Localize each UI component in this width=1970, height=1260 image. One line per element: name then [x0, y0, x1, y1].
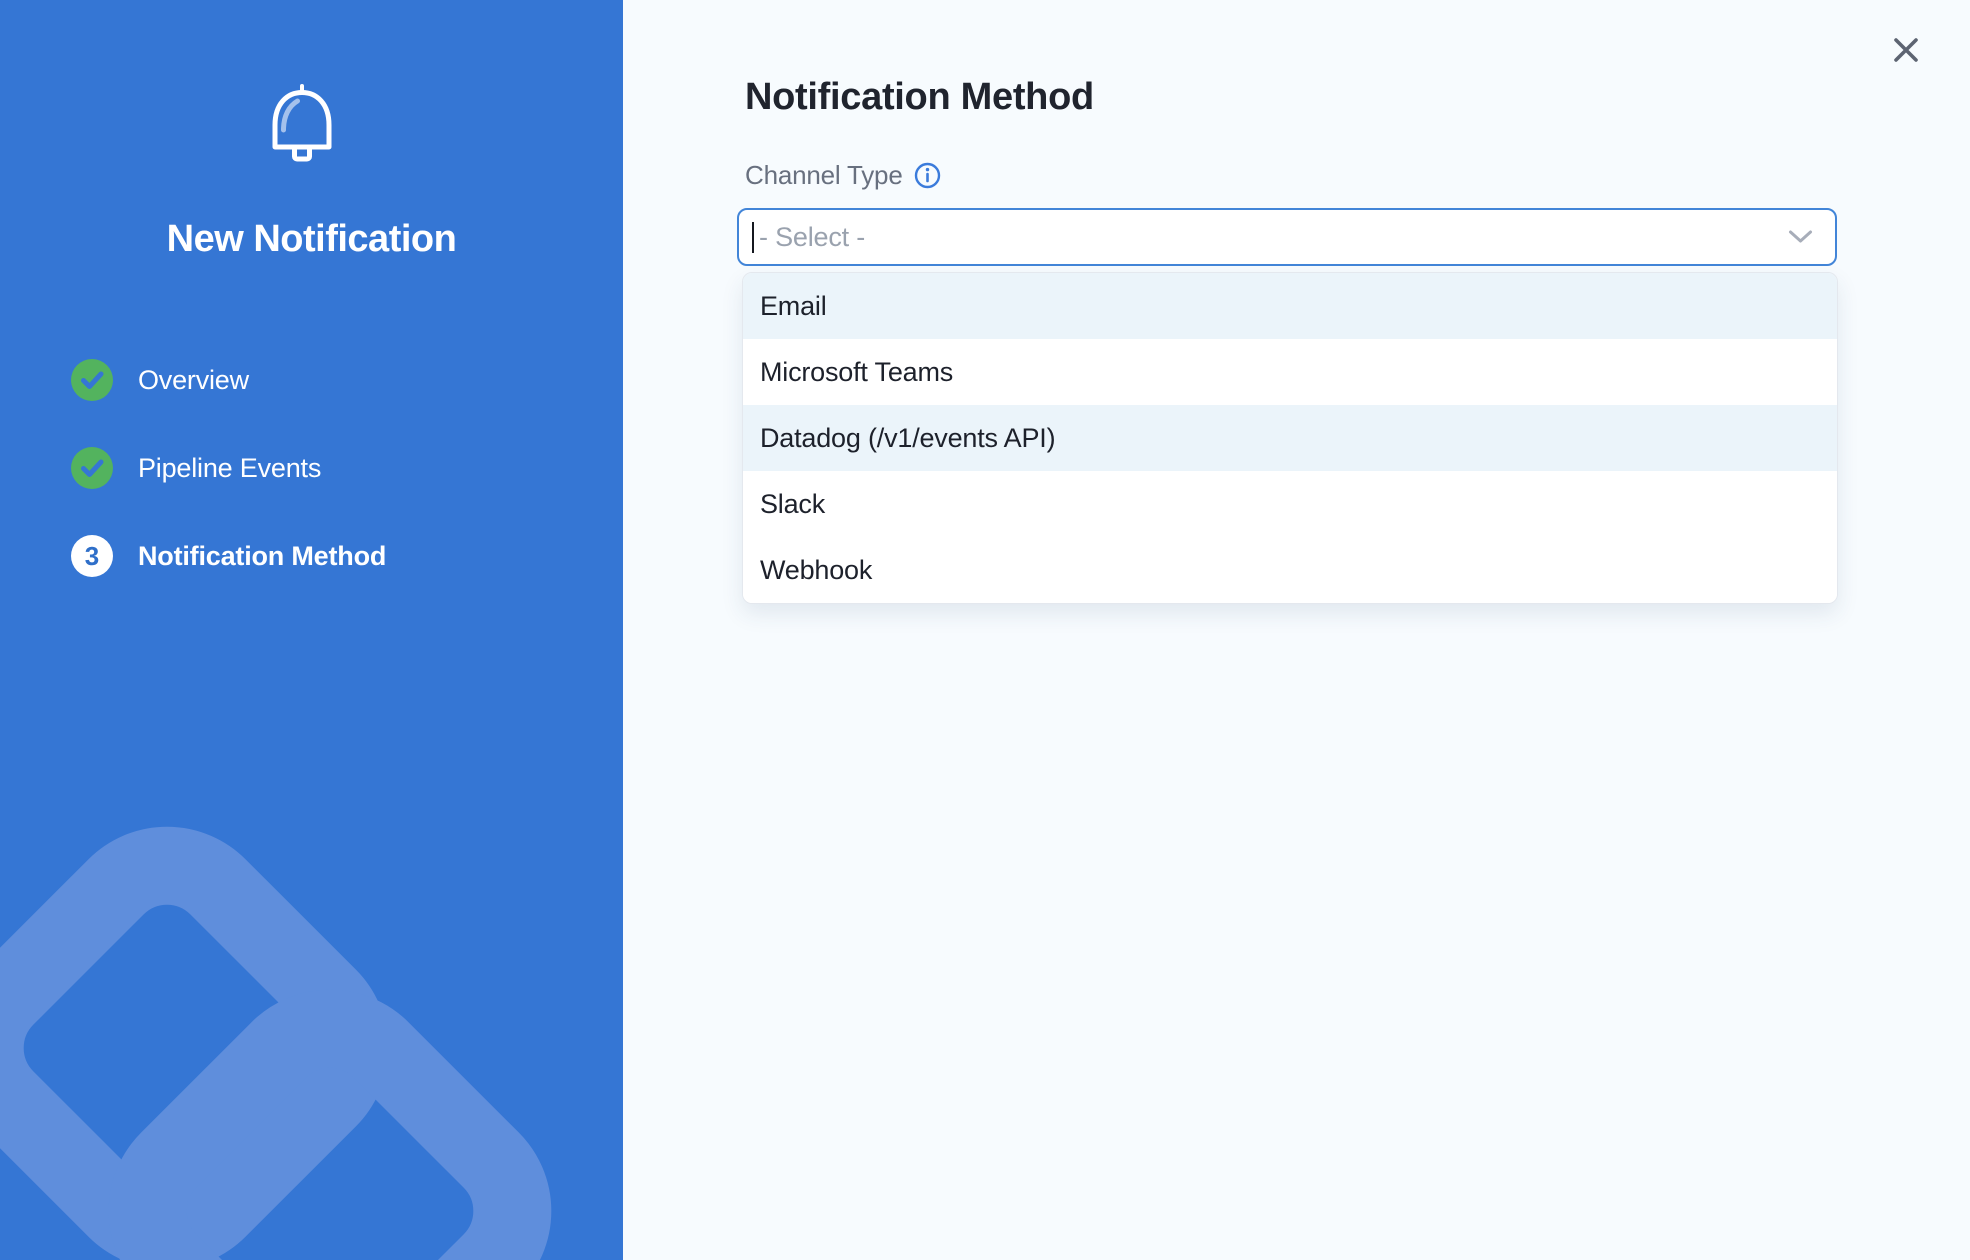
step-label: Pipeline Events — [138, 453, 321, 484]
close-icon — [1892, 36, 1920, 64]
step-pipeline-events[interactable]: Pipeline Events — [71, 444, 386, 492]
option-slack[interactable]: Slack — [743, 471, 1837, 537]
info-button[interactable] — [914, 162, 941, 189]
check-icon — [71, 359, 113, 401]
channel-type-select[interactable]: - Select - — [737, 208, 1837, 266]
select-placeholder: - Select - — [759, 222, 865, 253]
bell-icon — [265, 83, 339, 170]
check-icon — [71, 447, 113, 489]
logo-watermark — [0, 0, 623, 1260]
option-microsoft-teams[interactable]: Microsoft Teams — [743, 339, 1837, 405]
option-datadog[interactable]: Datadog (/v1/events API) — [743, 405, 1837, 471]
option-webhook[interactable]: Webhook — [743, 537, 1837, 603]
step-label: Notification Method — [138, 541, 386, 572]
step-notification-method[interactable]: 3 Notification Method — [71, 532, 386, 580]
step-overview[interactable]: Overview — [71, 356, 386, 404]
wizard-title: New Notification — [0, 218, 623, 261]
step-done-badge — [71, 447, 113, 489]
notification-method-panel: Notification Method Channel Type - Selec… — [623, 0, 1970, 1260]
close-button[interactable] — [1884, 28, 1928, 72]
wizard-sidebar: New Notification Overview Pipeline Event… — [0, 0, 623, 1260]
chevron-down-icon — [1788, 230, 1813, 245]
option-email[interactable]: Email — [743, 273, 1837, 339]
channel-type-label: Channel Type — [745, 160, 903, 191]
info-icon — [914, 162, 941, 189]
channel-type-field: Channel Type — [745, 160, 941, 191]
channel-type-dropdown: Email Microsoft Teams Datadog (/v1/event… — [742, 272, 1838, 604]
panel-heading: Notification Method — [745, 76, 1094, 119]
step-done-badge — [71, 359, 113, 401]
step-label: Overview — [138, 365, 249, 396]
step-number-badge: 3 — [71, 535, 113, 577]
wizard-steps: Overview Pipeline Events 3 Notification … — [71, 356, 386, 620]
text-cursor — [752, 222, 754, 253]
